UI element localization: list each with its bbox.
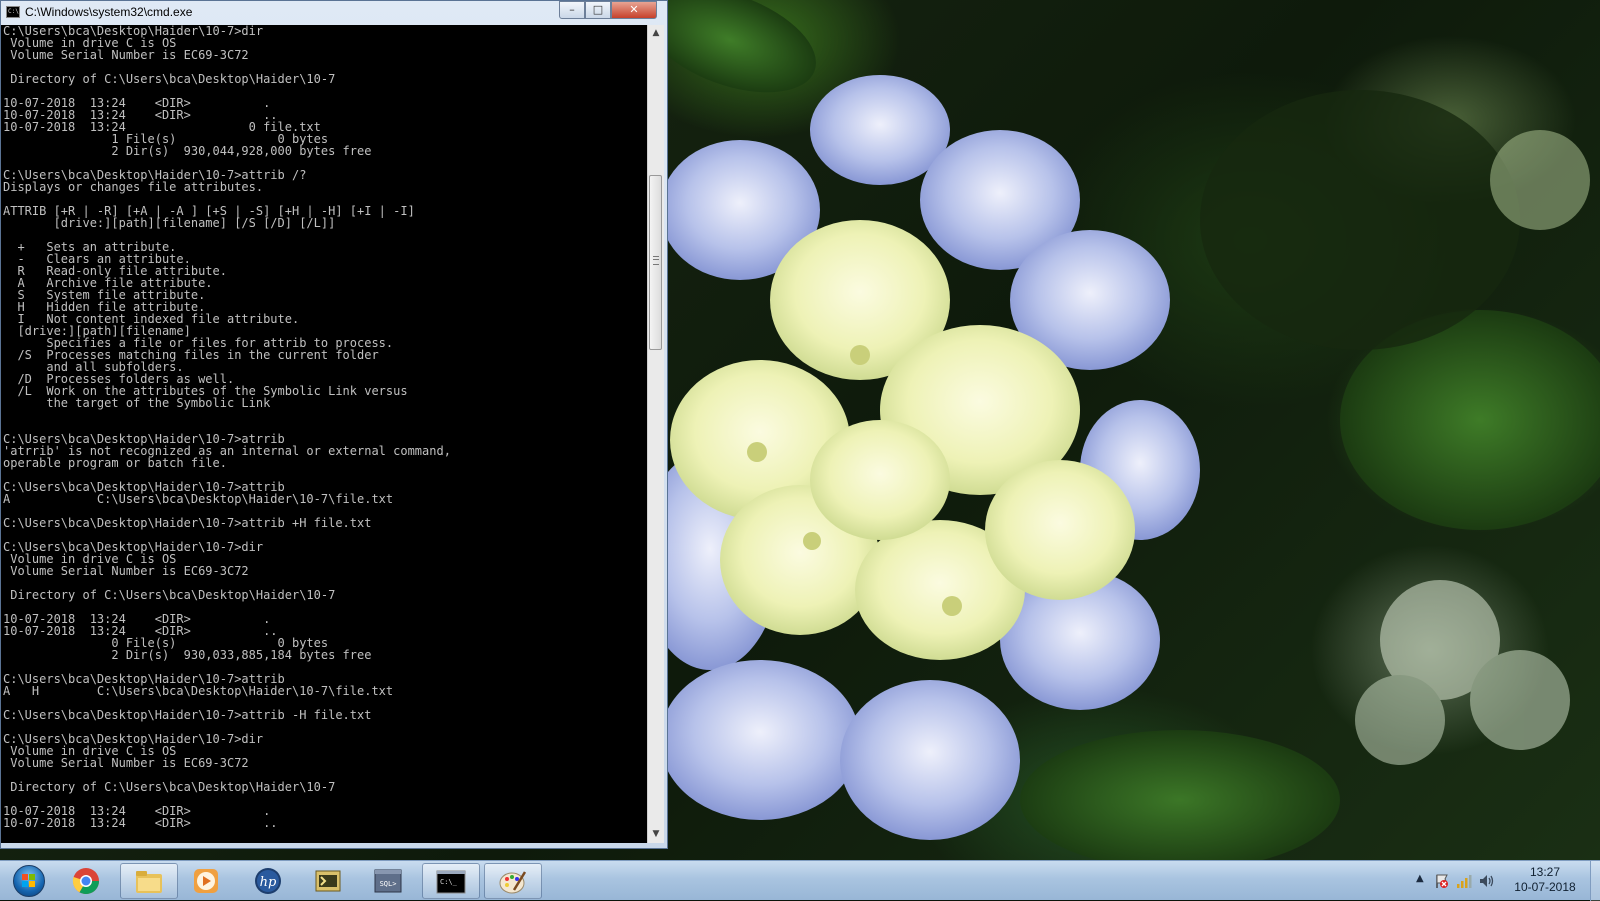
action-center-flag-icon[interactable]: [1434, 873, 1450, 889]
console-line: Directory of C:\Users\bca\Desktop\Haider…: [3, 72, 336, 86]
console-line: A H C:\Users\bca\Desktop\Haider\10-7\fil…: [3, 684, 394, 698]
taskbar-chrome-button[interactable]: [58, 863, 116, 899]
start-button[interactable]: [4, 862, 52, 900]
console-line: operable program or batch file.: [3, 456, 227, 470]
cmd-icon: C:\: [6, 6, 20, 18]
taskbar-media-player-button[interactable]: [178, 863, 236, 899]
console-line: C:\Users\bca\Desktop\Haider\10-7>attrib …: [3, 708, 372, 722]
title-bar[interactable]: C:\ C:\Windows\system32\cmd.exe – □ ✕: [1, 1, 667, 25]
vertical-scrollbar[interactable]: ▲ ▼: [647, 25, 664, 843]
console-line: Directory of C:\Users\bca\Desktop\Haider…: [3, 780, 336, 794]
folder-icon: [136, 871, 162, 893]
maximize-button[interactable]: □: [585, 1, 611, 19]
svg-text:C:\_: C:\_: [440, 878, 458, 886]
console-app-icon: [315, 870, 341, 892]
taskbar-explorer-button[interactable]: [120, 863, 178, 899]
clock-time: 13:27: [1529, 865, 1561, 879]
console-line: Volume Serial Number is EC69-3C72: [3, 564, 249, 578]
console-line: Directory of C:\Users\bca\Desktop\Haider…: [3, 588, 336, 602]
scroll-up-button[interactable]: ▲: [648, 25, 664, 42]
console-line: 2 Dir(s) 930,044,928,000 bytes free: [3, 144, 372, 158]
console-output[interactable]: C:\Users\bca\Desktop\Haider\10-7>dir Vol…: [1, 25, 647, 843]
taskbar: hp SQL> C:\_ ▲ 13:27 10-07-2018: [0, 860, 1600, 901]
console-line: C:\Users\bca\Desktop\Haider\10-7>attrib …: [3, 516, 372, 530]
volume-icon[interactable]: [1478, 873, 1494, 889]
system-tray: ▲ 13:27 10-07-2018: [1400, 861, 1600, 901]
windows-logo-icon: [13, 865, 45, 897]
close-button[interactable]: ✕: [611, 1, 657, 19]
cmd-icon: C:\_: [436, 870, 466, 894]
chrome-icon: [72, 868, 100, 895]
hp-icon: hp: [255, 868, 281, 894]
minimize-button[interactable]: –: [559, 1, 585, 19]
taskbar-hp-button[interactable]: hp: [240, 863, 298, 899]
show-desktop-button[interactable]: [1590, 861, 1600, 901]
paint-icon: [499, 871, 527, 894]
network-signal-icon[interactable]: [1456, 873, 1472, 889]
console-line: [drive:][path][filename] [/S [/D] [/L]]: [3, 216, 336, 230]
media-player-icon: [194, 869, 218, 893]
taskbar-sql-button[interactable]: SQL>: [360, 863, 418, 899]
taskbar-cmd-button[interactable]: C:\_: [422, 863, 480, 899]
window-title: C:\Windows\system32\cmd.exe: [25, 5, 193, 19]
console-line: Displays or changes file attributes.: [3, 180, 264, 194]
console-text: C:\Users\bca\Desktop\Haider\10-7>dir Vol…: [1, 25, 647, 829]
taskbar-paint-button[interactable]: [484, 863, 542, 899]
grip-icon: [653, 256, 659, 265]
console-line: Volume Serial Number is EC69-3C72: [3, 756, 249, 770]
show-hidden-icons-icon[interactable]: ▲: [1416, 873, 1424, 884]
console-line: Volume Serial Number is EC69-3C72: [3, 48, 249, 62]
scroll-down-button[interactable]: ▼: [648, 826, 664, 843]
svg-text:SQL>: SQL>: [380, 880, 397, 888]
sql-icon: SQL>: [374, 869, 402, 893]
clock[interactable]: 13:27 10-07-2018: [1500, 865, 1590, 895]
cmd-window[interactable]: C:\ C:\Windows\system32\cmd.exe – □ ✕ C:…: [0, 0, 668, 849]
taskbar-console-app-button[interactable]: [300, 863, 358, 899]
console-line: the target of the Symbolic Link: [3, 396, 271, 410]
console-line: A C:\Users\bca\Desktop\Haider\10-7\file.…: [3, 492, 394, 506]
console-line: 2 Dir(s) 930,033,885,184 bytes free: [3, 648, 372, 662]
scroll-thumb[interactable]: [649, 175, 662, 350]
console-line: 10-07-2018 13:24 <DIR> ..: [3, 816, 278, 830]
svg-text:hp: hp: [260, 875, 277, 890]
clock-date: 10-07-2018: [1514, 880, 1576, 894]
